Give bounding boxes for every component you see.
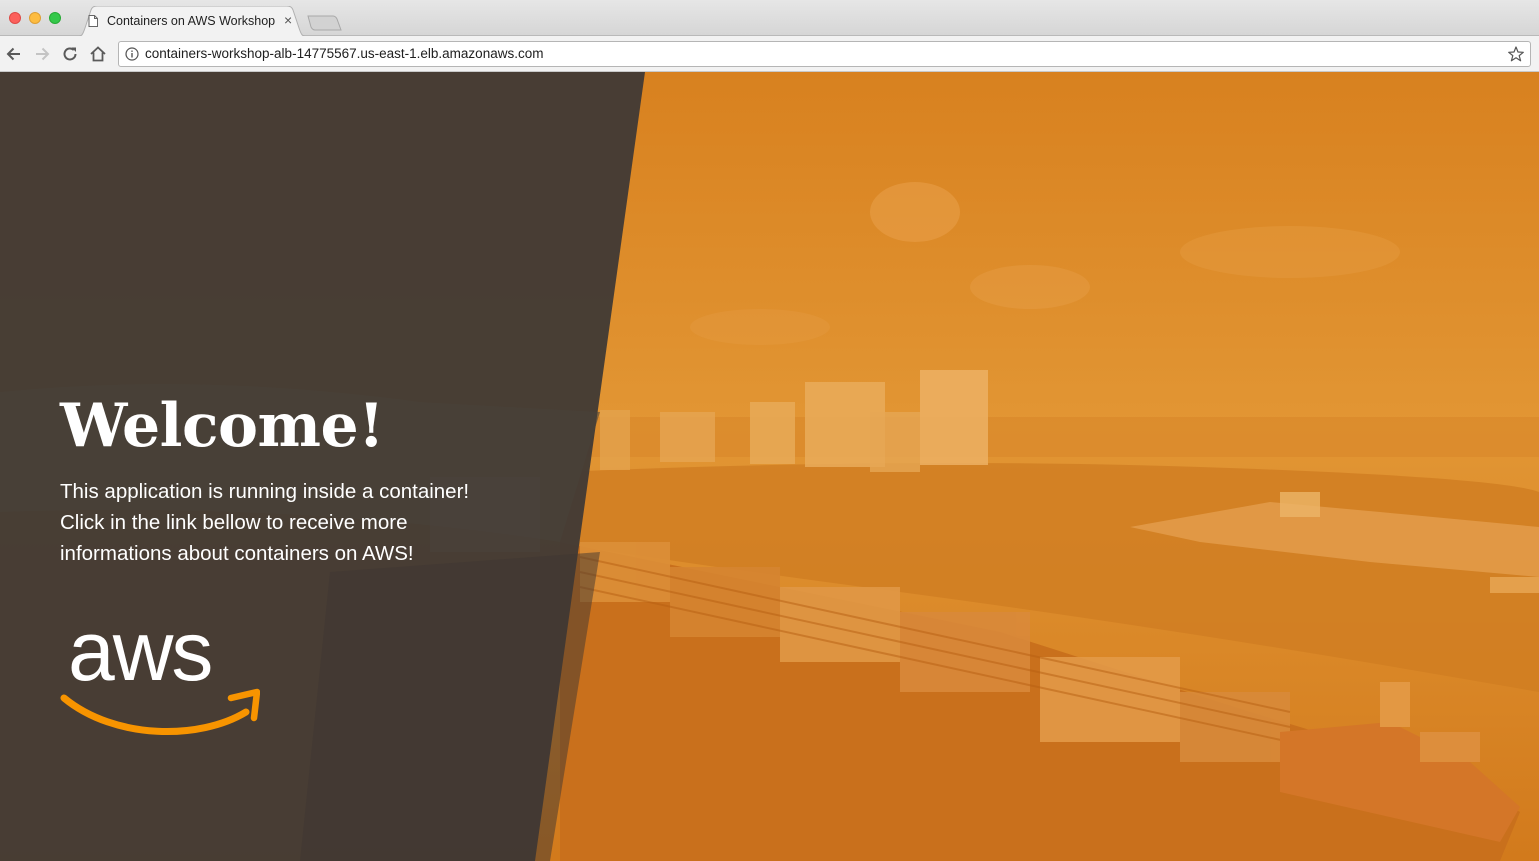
description-line: This application is running inside a con… [60, 480, 470, 503]
browser-tab[interactable]: Containers on AWS Workshop × [76, 6, 308, 37]
home-icon[interactable] [89, 45, 107, 63]
back-icon[interactable] [5, 45, 23, 63]
url-text[interactable]: containers-workshop-alb-14775567.us-east… [145, 46, 543, 61]
browser-tab-bar: Containers on AWS Workshop × [0, 0, 1539, 37]
welcome-heading: Welcome! [60, 391, 385, 461]
hero-content: Welcome! This application is running ins… [60, 390, 580, 569]
close-icon[interactable]: × [284, 13, 292, 27]
aws-smile-arrow [60, 694, 250, 735]
browser-toolbar: containers-workshop-alb-14775567.us-east… [0, 36, 1539, 72]
tab-title: Containers on AWS Workshop [107, 14, 276, 28]
reload-icon[interactable] [61, 45, 79, 63]
new-tab-button[interactable] [307, 14, 343, 32]
star-icon[interactable] [1507, 45, 1525, 63]
description-line: Click in the link bellow to receive more [60, 511, 408, 534]
description-line: informations about containers on AWS! [60, 542, 414, 565]
forward-icon[interactable] [33, 45, 51, 63]
window-maximize-button[interactable] [49, 12, 61, 24]
hero-description: This application is running inside a con… [60, 476, 480, 569]
address-bar[interactable]: containers-workshop-alb-14775567.us-east… [118, 41, 1531, 67]
aws-logo[interactable]: aws [60, 612, 260, 742]
window-close-button[interactable] [9, 12, 21, 24]
info-icon[interactable] [125, 47, 139, 61]
web-page: Welcome! This application is running ins… [0, 72, 1539, 861]
window-minimize-button[interactable] [29, 12, 41, 24]
page-icon [88, 15, 98, 27]
aws-logo-text: aws [68, 612, 211, 698]
